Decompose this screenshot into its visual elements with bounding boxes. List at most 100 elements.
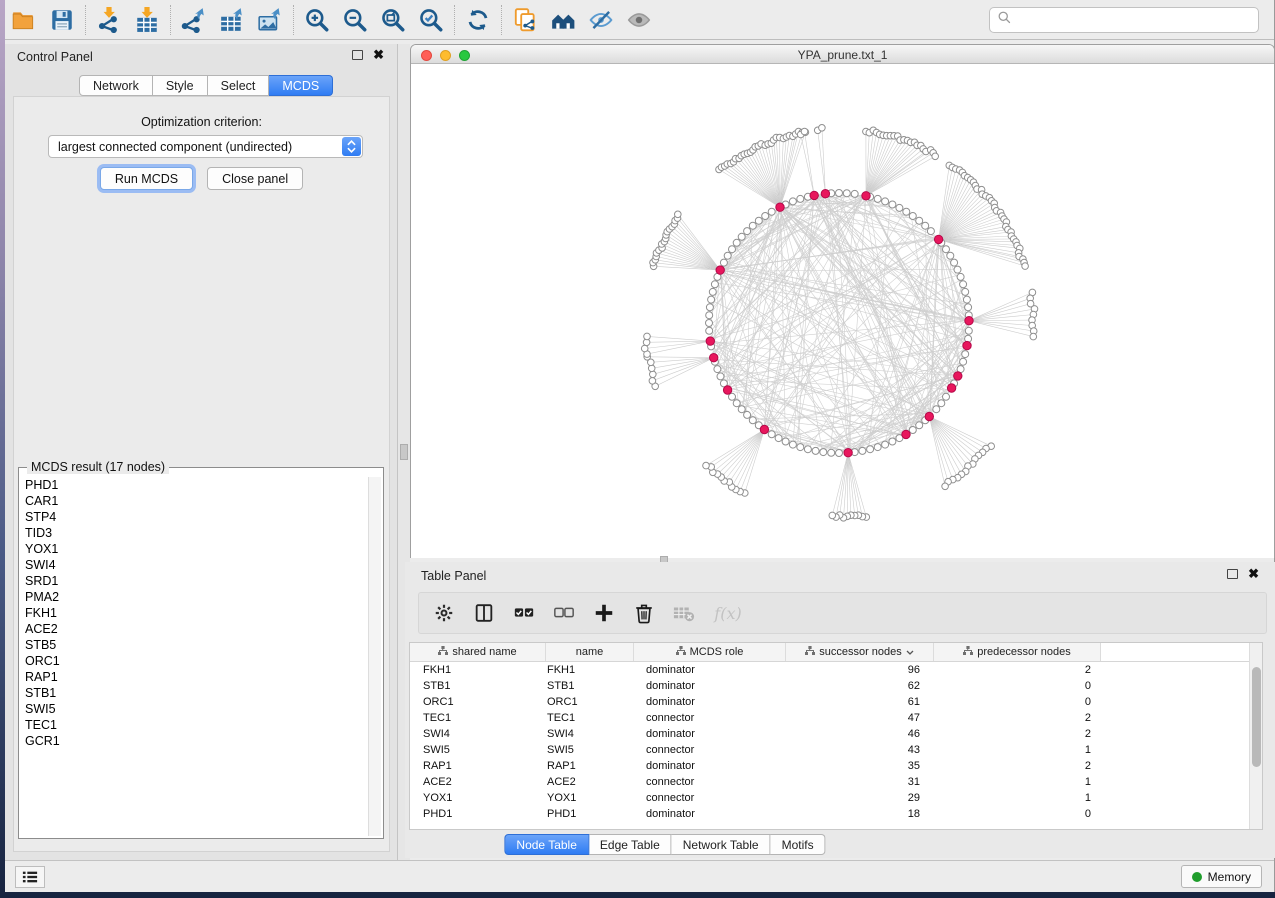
cell-MCDS-role: dominator xyxy=(634,694,786,710)
column-header-MCDS-role[interactable]: MCDS role xyxy=(634,643,786,661)
optimization-criterion-select[interactable]: largest connected component (undirected) xyxy=(48,135,363,158)
search-field[interactable] xyxy=(989,7,1259,33)
mcds-result-item[interactable]: SWI5 xyxy=(21,701,366,717)
table-row[interactable]: PHD1PHD1dominator180 xyxy=(410,806,1249,822)
mcds-result-item[interactable]: CAR1 xyxy=(21,493,366,509)
tab-select[interactable]: Select xyxy=(208,75,270,96)
table-row[interactable]: SWI4SWI4dominator462 xyxy=(410,726,1249,742)
mcds-result-item[interactable]: RAP1 xyxy=(21,669,366,685)
close-panel-icon[interactable]: ✖ xyxy=(373,50,384,60)
export-network-icon[interactable] xyxy=(175,3,213,37)
cytoscape-window: Control Panel ✖ NetworkStyleSelectMCDS O… xyxy=(5,0,1275,892)
network-window-titlebar[interactable]: YPA_prune.txt_1 xyxy=(411,45,1274,64)
table-row[interactable]: FKH1FKH1dominator962 xyxy=(410,662,1249,678)
column-header-predecessor-nodes[interactable]: predecessor nodes xyxy=(934,643,1101,661)
zoom-selected-icon[interactable] xyxy=(412,3,450,37)
cell-successor-nodes: 18 xyxy=(786,806,934,822)
mcds-result-item[interactable]: PHD1 xyxy=(21,477,366,493)
tab-motifs[interactable]: Motifs xyxy=(771,834,826,855)
mcds-result-item[interactable]: TID3 xyxy=(21,525,366,541)
show-columns-icon[interactable] xyxy=(471,600,497,626)
zoom-fit-icon[interactable] xyxy=(374,3,412,37)
network-graph[interactable] xyxy=(411,65,1274,558)
zoom-out-icon[interactable] xyxy=(336,3,374,37)
tab-edge-table[interactable]: Edge Table xyxy=(589,834,672,855)
show-all-icon[interactable] xyxy=(620,3,658,37)
column-header-shared-name[interactable]: shared name xyxy=(410,643,546,661)
mcds-result-list[interactable]: PHD1CAR1STP4TID3YOX1SWI4SRD1PMA2FKH1ACE2… xyxy=(21,477,366,836)
new-network-from-selection-icon[interactable] xyxy=(506,3,544,37)
control-panel-tabbar: NetworkStyleSelectMCDS xyxy=(79,75,333,96)
cell-MCDS-role: dominator xyxy=(634,662,786,678)
table-row[interactable]: ACE2ACE2connector311 xyxy=(410,774,1249,790)
tab-node-table[interactable]: Node Table xyxy=(504,834,589,855)
tab-style[interactable]: Style xyxy=(153,75,208,96)
memory-label: Memory xyxy=(1208,870,1251,884)
cell-successor-nodes: 61 xyxy=(786,694,934,710)
mcds-result-item[interactable]: GCR1 xyxy=(21,733,366,749)
table-row[interactable]: STB1STB1dominator620 xyxy=(410,678,1249,694)
run-mcds-button[interactable]: Run MCDS xyxy=(100,167,193,190)
cell-successor-nodes: 29 xyxy=(786,790,934,806)
network-canvas[interactable] xyxy=(411,65,1274,558)
first-neighbors-icon[interactable] xyxy=(544,3,582,37)
mcds-result-item[interactable]: ACE2 xyxy=(21,621,366,637)
hide-selected-icon[interactable] xyxy=(582,3,620,37)
cell-predecessor-nodes: 0 xyxy=(934,678,1101,694)
close-table-panel-icon[interactable]: ✖ xyxy=(1248,569,1259,579)
refresh-layout-icon[interactable] xyxy=(459,3,497,37)
open-session-icon[interactable] xyxy=(5,3,43,37)
column-header-filler xyxy=(1101,643,1249,661)
mcds-result-item[interactable]: TEC1 xyxy=(21,717,366,733)
table-panel-window-controls: ✖ xyxy=(1227,569,1259,579)
mcds-result-item[interactable]: STB1 xyxy=(21,685,366,701)
save-session-icon[interactable] xyxy=(43,3,81,37)
cell-predecessor-nodes: 0 xyxy=(934,694,1101,710)
float-table-panel-icon[interactable] xyxy=(1227,569,1238,579)
cell-predecessor-nodes: 1 xyxy=(934,790,1101,806)
export-table-icon[interactable] xyxy=(213,3,251,37)
cell-shared-name: TEC1 xyxy=(410,710,546,726)
mcds-result-item[interactable]: PMA2 xyxy=(21,589,366,605)
cell-name: FKH1 xyxy=(546,662,634,678)
vertical-splitter-handle[interactable] xyxy=(400,444,408,460)
table-scrollbar[interactable] xyxy=(1249,643,1262,829)
close-panel-button[interactable]: Close panel xyxy=(207,167,303,190)
mcds-result-item[interactable]: FKH1 xyxy=(21,605,366,621)
table-row[interactable]: RAP1RAP1dominator352 xyxy=(410,758,1249,774)
export-image-icon[interactable] xyxy=(251,3,289,37)
cell-MCDS-role: connector xyxy=(634,710,786,726)
task-history-button[interactable] xyxy=(15,866,45,888)
column-header-successor-nodes[interactable]: successor nodes xyxy=(786,643,934,661)
memory-button[interactable]: Memory xyxy=(1181,865,1262,888)
tab-network-table[interactable]: Network Table xyxy=(672,834,771,855)
mcds-result-item[interactable]: STB5 xyxy=(21,637,366,653)
table-row[interactable]: ORC1ORC1dominator610 xyxy=(410,694,1249,710)
zoom-in-icon[interactable] xyxy=(298,3,336,37)
mcds-result-item[interactable]: STP4 xyxy=(21,509,366,525)
table-row[interactable]: SWI5SWI5connector431 xyxy=(410,742,1249,758)
mcds-result-item[interactable]: YOX1 xyxy=(21,541,366,557)
mcds-result-scrollbar[interactable] xyxy=(368,477,381,836)
mcds-result-item[interactable]: ORC1 xyxy=(21,653,366,669)
cell-successor-nodes: 31 xyxy=(786,774,934,790)
tab-network[interactable]: Network xyxy=(79,75,153,96)
column-header-name[interactable]: name xyxy=(546,643,634,661)
table-row[interactable]: YOX1YOX1connector291 xyxy=(410,790,1249,806)
table-panel: Table Panel ✖ f(x) shared namenameMCDS r… xyxy=(405,562,1275,858)
settings-icon[interactable] xyxy=(431,600,457,626)
select-all-icon[interactable] xyxy=(511,600,537,626)
import-table-icon[interactable] xyxy=(128,3,166,37)
control-panel-title: Control Panel xyxy=(17,50,93,64)
import-network-icon[interactable] xyxy=(90,3,128,37)
float-panel-icon[interactable] xyxy=(352,50,363,60)
mcds-result-item[interactable]: SRD1 xyxy=(21,573,366,589)
attribute-icon xyxy=(963,646,973,658)
mcds-result-item[interactable]: SWI4 xyxy=(21,557,366,573)
table-scrollbar-thumb[interactable] xyxy=(1252,667,1261,767)
table-row[interactable]: TEC1TEC1connector472 xyxy=(410,710,1249,726)
tab-mcds[interactable]: MCDS xyxy=(269,75,333,96)
deselect-all-icon[interactable] xyxy=(551,600,577,626)
add-row-icon[interactable] xyxy=(591,600,617,626)
delete-row-icon[interactable] xyxy=(631,600,657,626)
